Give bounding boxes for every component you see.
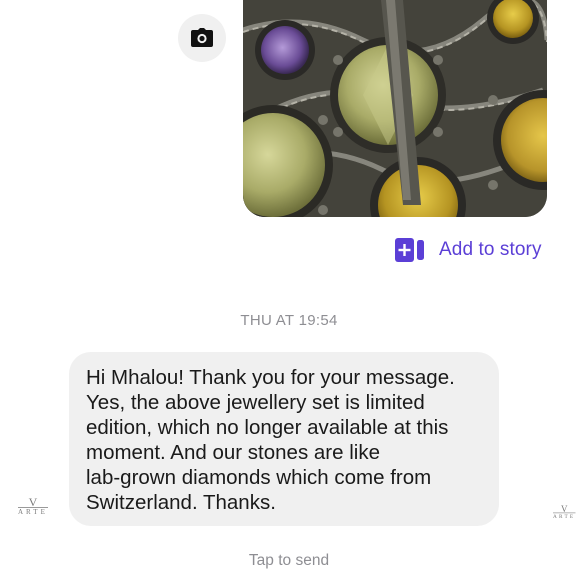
watermark-mark: V	[28, 495, 38, 509]
incoming-message-bubble[interactable]: Hi Mhalou! Thank you for your message. Y…	[69, 352, 499, 526]
jewellery-photo[interactable]	[243, 0, 547, 217]
camera-icon	[191, 28, 213, 47]
add-to-story-button[interactable]: Add to story	[395, 236, 542, 264]
watermark-logo-left: V ARTE	[18, 495, 48, 517]
add-to-story-icon	[395, 238, 424, 262]
message-thread: Add to story THU AT 19:54 Hi Mhalou! Tha…	[0, 0, 578, 580]
watermark-mark: V	[560, 503, 568, 514]
watermark-logo-right: V ARTE	[553, 503, 576, 520]
message-timestamp: THU AT 19:54	[240, 312, 338, 329]
watermark-word: ARTE	[553, 512, 576, 520]
jewellery-photo-art	[243, 0, 547, 217]
add-to-story-label: Add to story	[439, 239, 542, 260]
watermark-word: ARTE	[18, 507, 48, 516]
camera-button[interactable]	[178, 14, 226, 62]
tap-to-send-hint[interactable]: Tap to send	[0, 552, 578, 570]
